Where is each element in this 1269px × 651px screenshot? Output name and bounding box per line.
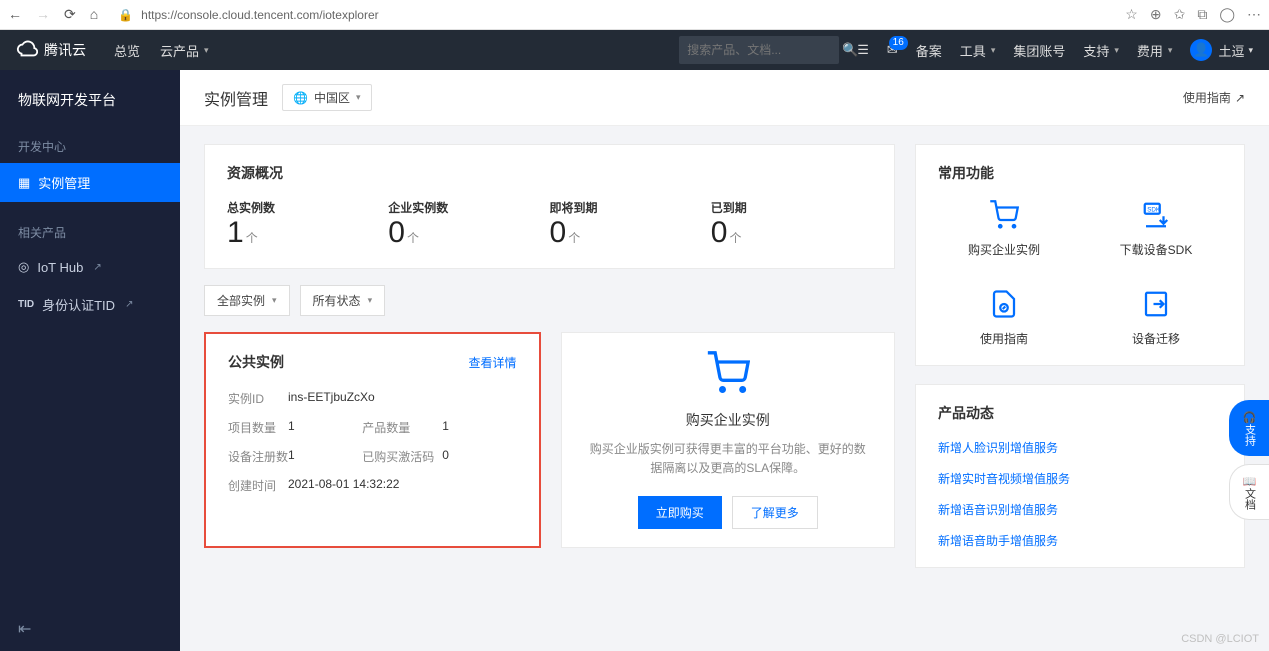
external-link-icon: ↗ [93,262,101,273]
filter-instance-type[interactable]: 全部实例 [204,285,290,316]
grid-icon: ▦ [18,175,30,191]
cart-icon [706,351,750,398]
home-icon[interactable]: ⌂ [90,6,98,23]
search-icon[interactable]: 🔍 [842,42,858,58]
headset-icon: 🎧 [1243,411,1257,424]
nav-experience-icon[interactable]: ☰ [857,42,869,58]
menu-icon[interactable]: ⋯ [1247,6,1261,23]
sidebar-group-dev: 开发中心 [0,130,180,163]
region-selector[interactable]: 🌐 中国区 ▾ [282,84,372,111]
news-link[interactable]: 新增人脸识别增值服务 [938,439,1222,456]
forward-icon[interactable]: → [36,6,50,23]
public-instance-card: 公共实例 查看详情 实例ID ins-EETjbuZcXo 项目数量 1 产品数… [204,332,541,548]
func-migrate[interactable]: 设备迁移 [1090,288,1222,347]
sidebar-collapse-icon[interactable]: ⇤ [18,619,31,639]
learn-more-button[interactable]: 了解更多 [732,496,818,529]
product-news-card: 产品动态 新增人脸识别增值服务 新增实时音视频增值服务 新增语音识别增值服务 新… [915,384,1245,568]
nav-user[interactable]: 👤 土逗 ▾ [1190,39,1253,61]
sidebar-title: 物联网开发平台 [0,90,180,130]
promo-desc: 购买企业版实例可获得更丰富的平台功能、更好的数据隔离以及更高的SLA保障。 [588,440,868,478]
profile-icon[interactable]: ◯ [1219,6,1235,23]
func-download-sdk[interactable]: SDK 下载设备SDK [1090,199,1222,258]
sidebar-item-tid[interactable]: TID 身份认证TID ↗ [0,285,180,324]
nav-beian[interactable]: 备案 [916,41,942,60]
stat-total: 总实例数 1个 [227,199,388,250]
floating-actions: 🎧 支持 📖 文档 [1229,400,1269,520]
brand-logo[interactable]: 腾讯云 [16,39,86,61]
stat-expired: 已到期 0个 [711,199,872,250]
search-input[interactable] [687,43,842,57]
external-link-icon: ↗ [1235,91,1245,105]
func-buy-instance[interactable]: 购买企业实例 [938,199,1070,258]
funcs-title: 常用功能 [938,163,1222,183]
sidebar: 物联网开发平台 开发中心 ▦ 实例管理 相关产品 ◎ IoT Hub ↗ TID… [0,70,180,651]
ext2-icon[interactable]: ✩ [1174,6,1186,23]
news-link[interactable]: 新增语音识别增值服务 [938,501,1222,518]
url-text: https://console.cloud.tencent.com/iotexp… [141,8,378,22]
search-box[interactable]: 🔍 [679,36,839,64]
cart-icon [938,199,1070,231]
filter-bar: 全部实例 所有状态 [204,285,895,316]
refresh-icon[interactable]: ⟳ [64,6,76,23]
resource-overview-card: 资源概况 总实例数 1个 企业实例数 0个 即将到期 0个 [204,144,895,269]
float-docs-button[interactable]: 📖 文档 [1229,464,1269,520]
instance-id-value: ins-EETjbuZcXo [288,390,517,407]
view-detail-link[interactable]: 查看详情 [468,354,516,371]
news-link[interactable]: 新增实时音视频增值服务 [938,470,1222,487]
bookmark-icon[interactable]: ☆ [1125,6,1138,23]
overview-title: 资源概况 [227,163,872,183]
hub-icon: ◎ [18,259,29,275]
tid-icon: TID [18,299,34,310]
promo-title: 购买企业实例 [686,410,770,430]
sidebar-group-related: 相关产品 [0,216,180,249]
main-content: 实例管理 🌐 中国区 ▾ 使用指南 ↗ 资源概况 总实例数 1个 [180,70,1269,651]
usage-guide-link[interactable]: 使用指南 ↗ [1183,89,1245,106]
sidebar-item-iothub[interactable]: ◎ IoT Hub ↗ [0,249,180,285]
browser-bar: ← → ⟳ ⌂ 🔒 https://console.cloud.tencent.… [0,0,1269,30]
nav-overview[interactable]: 总览 [114,41,140,60]
func-guide[interactable]: 使用指南 [938,288,1070,347]
back-icon[interactable]: ← [8,6,22,23]
guide-icon [938,288,1070,320]
globe-icon: 🌐 [293,91,308,105]
ext1-icon[interactable]: ⊕ [1150,6,1162,23]
avatar-icon: 👤 [1190,39,1212,61]
ext3-icon[interactable]: ⧉ [1197,6,1207,23]
instance-title: 公共实例 [228,352,284,372]
page-header: 实例管理 🌐 中国区 ▾ 使用指南 ↗ [180,70,1269,126]
news-link[interactable]: 新增语音助手增值服务 [938,532,1222,549]
book-icon: 📖 [1243,475,1257,488]
top-nav: 腾讯云 总览 云产品 🔍 ☰ ✉16 备案 工具 集团账号 支持 费用 👤 土逗… [0,30,1269,70]
nav-products[interactable]: 云产品 [160,41,209,60]
filter-status[interactable]: 所有状态 [300,285,386,316]
nav-support[interactable]: 支持 [1083,41,1119,60]
sidebar-item-instance[interactable]: ▦ 实例管理 [0,163,180,202]
stat-enterprise: 企业实例数 0个 [388,199,549,250]
float-support-button[interactable]: 🎧 支持 [1229,400,1269,456]
buy-now-button[interactable]: 立即购买 [638,496,722,529]
lock-icon: 🔒 [118,8,133,22]
migrate-icon [1090,288,1222,320]
sdk-download-icon: SDK [1090,199,1222,231]
stat-expiring: 即将到期 0个 [550,199,711,250]
page-title: 实例管理 [204,86,268,110]
nav-messages[interactable]: ✉16 [887,42,898,58]
purchase-promo-card: 购买企业实例 购买企业版实例可获得更丰富的平台功能、更好的数据隔离以及更高的SL… [561,332,896,548]
nav-cost[interactable]: 费用 [1137,41,1173,60]
svg-text:SDK: SDK [1147,206,1161,213]
watermark: CSDN @LCIOT [1181,633,1259,645]
external-link-icon: ↗ [125,299,133,310]
news-title: 产品动态 [938,403,1222,423]
nav-group[interactable]: 集团账号 [1013,41,1065,60]
common-functions-card: 常用功能 购买企业实例 SDK 下载设备SDK 使用指南 [915,144,1245,366]
nav-tools[interactable]: 工具 [960,41,996,60]
